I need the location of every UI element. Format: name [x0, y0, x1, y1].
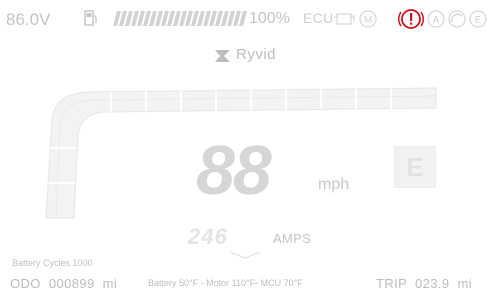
odometer: ODO 000899 mi	[10, 276, 118, 291]
brand-name: Ryvid	[236, 46, 277, 63]
e-mode-icon: E	[469, 10, 487, 28]
svg-text:A: A	[433, 15, 440, 26]
speed-value: 88	[196, 131, 272, 209]
cruise-icon	[448, 10, 466, 28]
trip-meter: TRIP 023.9 mi	[376, 276, 473, 291]
amps-pointer-icon	[230, 251, 260, 259]
gear-indicator: E	[394, 146, 436, 188]
voltage-readout: 86.0V	[6, 10, 51, 29]
svg-text:M: M	[364, 15, 372, 26]
a-mode-icon: A	[427, 10, 445, 28]
amps-unit: AMPS	[273, 231, 312, 246]
gear-letter: E	[406, 152, 424, 182]
temperature-readout: Battery 50°F - Motor 110°F- MCU 70°F	[148, 278, 303, 288]
engine-icon	[334, 13, 355, 25]
fuel-icon	[84, 10, 97, 26]
alert-icon	[398, 9, 424, 29]
amps-value: 246	[188, 224, 228, 249]
ecu-label: ECU	[303, 10, 334, 26]
warning-indicator-row: M A E	[334, 9, 487, 29]
battery-percent: 100%	[249, 10, 290, 27]
svg-text:E: E	[475, 15, 482, 26]
ryvid-logo-icon	[215, 50, 230, 62]
speed-unit: mph	[318, 176, 350, 193]
battery-cycles: Battery Cycles 1000	[12, 258, 93, 268]
m-mode-icon: M	[359, 10, 377, 28]
